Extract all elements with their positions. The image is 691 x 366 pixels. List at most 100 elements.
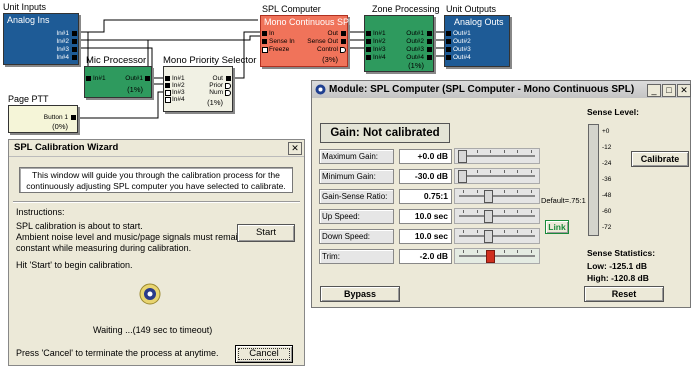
close-icon[interactable]: ✕ xyxy=(677,84,691,97)
slider-tick xyxy=(490,170,491,173)
module-app-icon xyxy=(315,84,326,95)
param-value[interactable]: 10.0 sec xyxy=(399,209,452,224)
param-slider[interactable] xyxy=(454,168,540,184)
zone-out-2: Out#2 xyxy=(406,38,424,45)
param-label: Down Speed: xyxy=(319,229,394,244)
sense-low: Low: -125.1 dB xyxy=(587,261,647,271)
param-slider[interactable] xyxy=(454,148,540,164)
analog-outs-block[interactable]: Analog Outs Out#1 Out#2 Out#3 Out#4 xyxy=(444,15,510,67)
input-pin[interactable] xyxy=(446,39,451,44)
cancel-button[interactable]: Cancel xyxy=(235,345,293,363)
priority-prior: Prior xyxy=(209,82,223,89)
output-pin[interactable] xyxy=(145,76,150,81)
param-slider[interactable] xyxy=(454,188,540,204)
param-label: Up Speed: xyxy=(319,209,394,224)
input-pin[interactable] xyxy=(165,83,170,88)
param-slider[interactable] xyxy=(454,208,540,224)
maximize-icon[interactable]: □ xyxy=(662,84,676,97)
input-pin[interactable] xyxy=(165,76,170,81)
priority-selector-title: Mono Priority Selector xyxy=(163,55,257,66)
param-value[interactable]: 0.75:1 xyxy=(399,189,452,204)
param-slider[interactable] xyxy=(454,248,540,264)
reset-button[interactable]: Reset xyxy=(584,286,664,302)
output-pin[interactable] xyxy=(427,47,432,52)
slider-tick xyxy=(476,250,478,253)
slider-tick xyxy=(517,190,518,193)
input-pin[interactable] xyxy=(86,76,91,81)
instructions-line-2: Ambient noise level and music/page signa… xyxy=(16,232,243,242)
spl-computer-block[interactable]: Mono Continuous SPL In Sense In Freeze O… xyxy=(260,15,354,67)
slider-tick xyxy=(517,230,518,233)
output-pin[interactable] xyxy=(72,55,77,60)
slider-tick xyxy=(476,230,478,233)
output-pin[interactable] xyxy=(71,115,76,120)
spl-computer-header: SPL Computer xyxy=(262,4,321,14)
mic-out-port: Out#1 xyxy=(125,75,143,82)
input-pin[interactable] xyxy=(165,90,171,96)
mic-processor-title: Mic Processor xyxy=(86,55,147,66)
input-pin[interactable] xyxy=(366,47,371,52)
input-pin[interactable] xyxy=(366,55,371,60)
slider-thumb[interactable] xyxy=(484,230,494,243)
output-pin[interactable] xyxy=(72,39,77,44)
priority-out: Out xyxy=(212,75,223,82)
input-pin[interactable] xyxy=(446,31,451,36)
page-ptt-percent: (0%) xyxy=(52,122,68,131)
input-pin[interactable] xyxy=(446,55,451,60)
param-value[interactable]: +0.0 dB xyxy=(399,149,452,164)
spl-in: In xyxy=(269,30,275,37)
output-pin[interactable] xyxy=(72,31,77,36)
output-pin[interactable] xyxy=(340,47,346,53)
slider-tick xyxy=(476,190,478,193)
slider-tick xyxy=(503,190,505,193)
priority-num: Num xyxy=(209,89,223,96)
param-slider[interactable] xyxy=(454,228,540,244)
output-pin[interactable] xyxy=(427,55,432,60)
output-pin[interactable] xyxy=(427,39,432,44)
gain-status: Gain: Not calibrated xyxy=(320,123,450,143)
param-label: Maximum Gain: xyxy=(319,149,394,164)
slider-thumb[interactable] xyxy=(484,210,494,223)
unit-inputs-header: Unit Inputs xyxy=(3,2,47,12)
input-pin[interactable] xyxy=(262,39,267,44)
slider-thumb[interactable] xyxy=(485,250,495,263)
mic-processor-block[interactable]: In#1 Out#1 (1%) xyxy=(84,66,152,98)
param-value[interactable]: -2.0 dB xyxy=(399,249,452,264)
start-button[interactable]: Start xyxy=(237,224,295,242)
output-pin[interactable] xyxy=(427,31,432,36)
wizard-separator xyxy=(13,201,300,203)
link-button[interactable]: Link xyxy=(545,220,569,234)
output-pin[interactable] xyxy=(225,90,231,96)
zone-in-2: In#2 xyxy=(373,38,386,45)
priority-in-4: In#4 xyxy=(172,96,185,103)
slider-tick xyxy=(530,230,532,233)
slider-thumb[interactable] xyxy=(458,150,468,163)
input-pin[interactable] xyxy=(446,47,451,52)
input-pin[interactable] xyxy=(262,47,268,53)
slider-tick xyxy=(463,230,464,233)
minimize-icon[interactable]: _ xyxy=(647,84,661,97)
analog-ins-block[interactable]: Analog Ins In#1 In#2 In#3 In#4 xyxy=(3,13,79,65)
output-pin[interactable] xyxy=(341,39,346,44)
input-pin[interactable] xyxy=(165,97,171,103)
wizard-close-icon[interactable]: ✕ xyxy=(288,142,302,155)
slider-thumb[interactable] xyxy=(458,170,468,183)
waiting-medallion-icon xyxy=(139,283,161,305)
input-pin[interactable] xyxy=(262,31,267,36)
slider-thumb[interactable] xyxy=(484,190,494,203)
zone-processing-block[interactable]: In#1 In#2 In#3 In#4 Out#1 Out#2 Out#3 Ou… xyxy=(364,15,434,72)
page-ptt-block[interactable]: Button 1 (0%) xyxy=(8,105,78,133)
input-pin[interactable] xyxy=(366,31,371,36)
input-pin[interactable] xyxy=(366,39,371,44)
output-pin[interactable] xyxy=(225,83,231,89)
calibrate-button[interactable]: Calibrate xyxy=(631,151,689,167)
param-value[interactable]: -30.0 dB xyxy=(399,169,452,184)
priority-selector-block[interactable]: In#1 In#2 In#3 In#4 Out Prior Num (1%) xyxy=(163,66,233,112)
output-pin[interactable] xyxy=(226,76,231,81)
param-label: Minimum Gain: xyxy=(319,169,394,184)
param-value[interactable]: 10.0 sec xyxy=(399,229,452,244)
page-ptt-port: Button 1 xyxy=(43,114,68,121)
bypass-button[interactable]: Bypass xyxy=(320,286,400,302)
output-pin[interactable] xyxy=(72,47,77,52)
output-pin[interactable] xyxy=(341,31,346,36)
